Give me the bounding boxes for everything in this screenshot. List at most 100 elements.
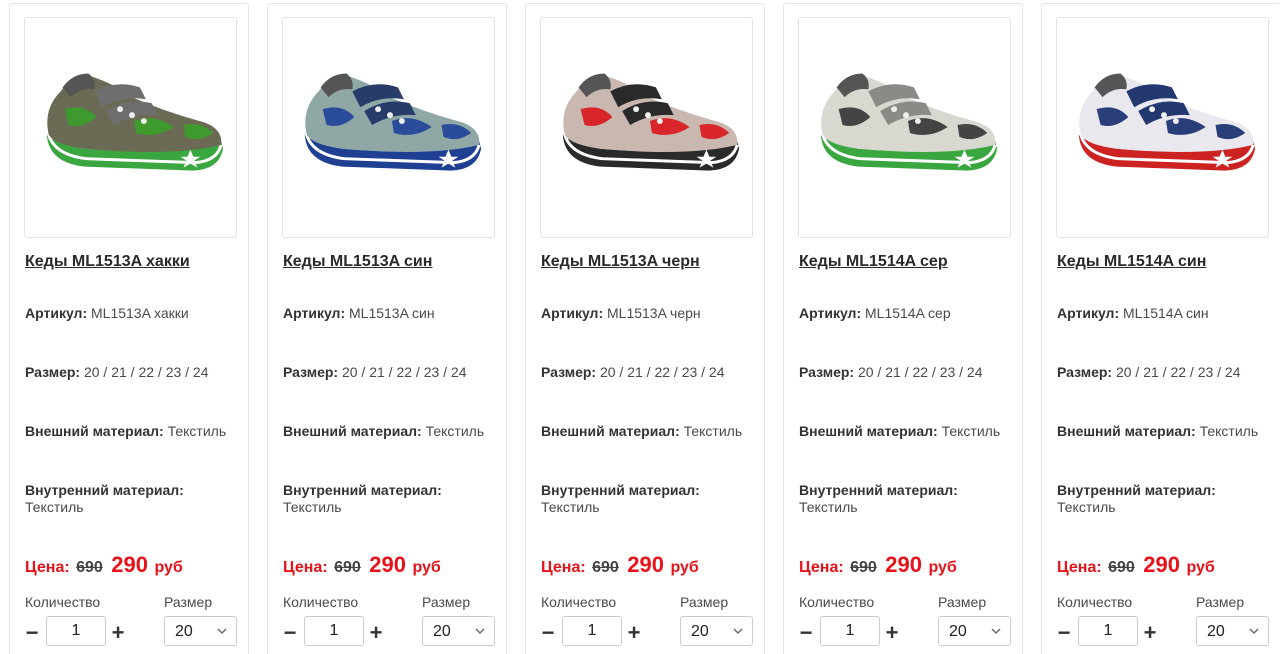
product-image[interactable] (282, 17, 495, 238)
chevron-down-icon (1249, 628, 1259, 634)
quantity-input[interactable] (820, 616, 880, 646)
quantity-input[interactable] (46, 616, 106, 646)
quantity-increase-button[interactable]: + (883, 619, 901, 647)
old-price: 690 (334, 559, 361, 576)
quantity-increase-button[interactable]: + (367, 619, 385, 647)
size-select[interactable]: 20 (680, 616, 753, 646)
size-row: Размер: 20 / 21 / 22 / 23 / 24 (25, 364, 245, 381)
quantity-decrease-button[interactable]: − (797, 619, 815, 647)
chevron-down-icon (991, 628, 1001, 634)
size-value: 20 / 21 / 22 / 23 / 24 (83, 364, 209, 380)
inner-material-label: Внутренний материал: (283, 482, 442, 498)
product-image[interactable] (798, 17, 1011, 238)
shoe-image (46, 73, 224, 171)
chevron-down-icon (475, 628, 485, 634)
quantity-decrease-button[interactable]: − (281, 619, 299, 647)
article-value: ML1514A сер (865, 305, 951, 321)
outer-material-value: Текстиль (683, 423, 743, 439)
outer-material-label: Внешний материал: (283, 423, 422, 439)
size-select[interactable]: 20 (422, 616, 495, 646)
inner-material-value: Текстиль (283, 499, 342, 515)
outer-material-label: Внешний материал: (799, 423, 938, 439)
size-row: Размер: 20 / 21 / 22 / 23 / 24 (799, 364, 1019, 381)
chevron-down-icon (217, 628, 227, 634)
outer-material-row: Внешний материал: Текстиль (283, 423, 503, 440)
inner-material-value: Текстиль (541, 499, 600, 515)
quantity-increase-button[interactable]: + (109, 619, 127, 647)
inner-material-row: Внутренний материал: Текстиль (25, 482, 245, 516)
product-image[interactable] (540, 17, 753, 238)
old-price: 690 (850, 559, 877, 576)
outer-material-row: Внешний материал: Текстиль (25, 423, 245, 440)
size-select-label: Размер (938, 594, 987, 610)
quantity-decrease-button[interactable]: − (23, 619, 41, 647)
price-row: Цена: 690 290 руб (541, 552, 699, 578)
new-price: 290 (1143, 552, 1180, 577)
size-label: Размер: (25, 364, 81, 380)
size-value: 20 / 21 / 22 / 23 / 24 (1115, 364, 1241, 380)
quantity-input[interactable] (304, 616, 364, 646)
old-price: 690 (1108, 559, 1135, 576)
outer-material-label: Внешний материал: (25, 423, 164, 439)
quantity-label: Количество (1057, 594, 1133, 610)
product-title[interactable]: Кеды ML1514A син (1057, 253, 1206, 271)
outer-material-value: Текстиль (167, 423, 227, 439)
shoe-image (820, 73, 998, 171)
quantity-increase-button[interactable]: + (1141, 619, 1159, 647)
inner-material-row: Внутренний материал: Текстиль (283, 482, 503, 516)
product-image[interactable] (1056, 17, 1269, 238)
inner-material-row: Внутренний материал: Текстиль (799, 482, 1019, 516)
quantity-decrease-button[interactable]: − (539, 619, 557, 647)
outer-material-value: Текстиль (941, 423, 1001, 439)
size-select[interactable]: 20 (164, 616, 237, 646)
new-price: 290 (627, 552, 664, 577)
article-row: Артикул: ML1514A сер (799, 305, 1019, 322)
quantity-increase-button[interactable]: + (625, 619, 643, 647)
size-row: Размер: 20 / 21 / 22 / 23 / 24 (541, 364, 761, 381)
product-title[interactable]: Кеды ML1513A син (283, 253, 432, 271)
size-select[interactable]: 20 (1196, 616, 1269, 646)
product-card: Кеды ML1513A хакки Артикул: ML1513A хакк… (9, 3, 249, 654)
outer-material-row: Внешний материал: Текстиль (1057, 423, 1277, 440)
new-price: 290 (369, 552, 406, 577)
shoe-image (304, 73, 482, 171)
price-row: Цена: 690 290 руб (1057, 552, 1215, 578)
article-value: ML1513A хакки (91, 305, 189, 321)
outer-material-label: Внешний материал: (1057, 423, 1196, 439)
size-select-label: Размер (1196, 594, 1245, 610)
inner-material-row: Внутренний материал: Текстиль (541, 482, 761, 516)
product-image[interactable] (24, 17, 237, 238)
product-title[interactable]: Кеды ML1513A хакки (25, 253, 190, 271)
article-label: Артикул: (1057, 305, 1120, 321)
inner-material-value: Текстиль (1057, 499, 1116, 515)
product-title[interactable]: Кеды ML1514A сер (799, 253, 948, 271)
size-select-value: 20 (433, 623, 451, 640)
size-select-value: 20 (175, 623, 193, 640)
article-label: Артикул: (25, 305, 88, 321)
product-grid: Кеды ML1513A хакки Артикул: ML1513A хакк… (0, 0, 1280, 654)
currency: руб (670, 559, 699, 576)
outer-material-label: Внешний материал: (541, 423, 680, 439)
quantity-input[interactable] (1078, 616, 1138, 646)
article-row: Артикул: ML1513A черн (541, 305, 761, 322)
price-label: Цена: (283, 559, 328, 576)
new-price: 290 (111, 552, 148, 577)
currency: руб (1186, 559, 1215, 576)
price-row: Цена: 690 290 руб (283, 552, 441, 578)
size-row: Размер: 20 / 21 / 22 / 23 / 24 (283, 364, 503, 381)
outer-material-row: Внешний материал: Текстиль (541, 423, 761, 440)
quantity-input[interactable] (562, 616, 622, 646)
price-row: Цена: 690 290 руб (25, 552, 183, 578)
article-row: Артикул: ML1513A хакки (25, 305, 245, 322)
size-value: 20 / 21 / 22 / 23 / 24 (341, 364, 467, 380)
size-select-label: Размер (680, 594, 729, 610)
product-card: Кеды ML1513A черн Артикул: ML1513A черн … (525, 3, 765, 654)
currency: руб (412, 559, 441, 576)
product-title[interactable]: Кеды ML1513A черн (541, 253, 700, 271)
quantity-decrease-button[interactable]: − (1055, 619, 1073, 647)
outer-material-row: Внешний материал: Текстиль (799, 423, 1019, 440)
price-label: Цена: (25, 559, 70, 576)
size-select[interactable]: 20 (938, 616, 1011, 646)
product-card: Кеды ML1514A сер Артикул: ML1514A сер Ра… (783, 3, 1023, 654)
size-label: Размер: (541, 364, 597, 380)
